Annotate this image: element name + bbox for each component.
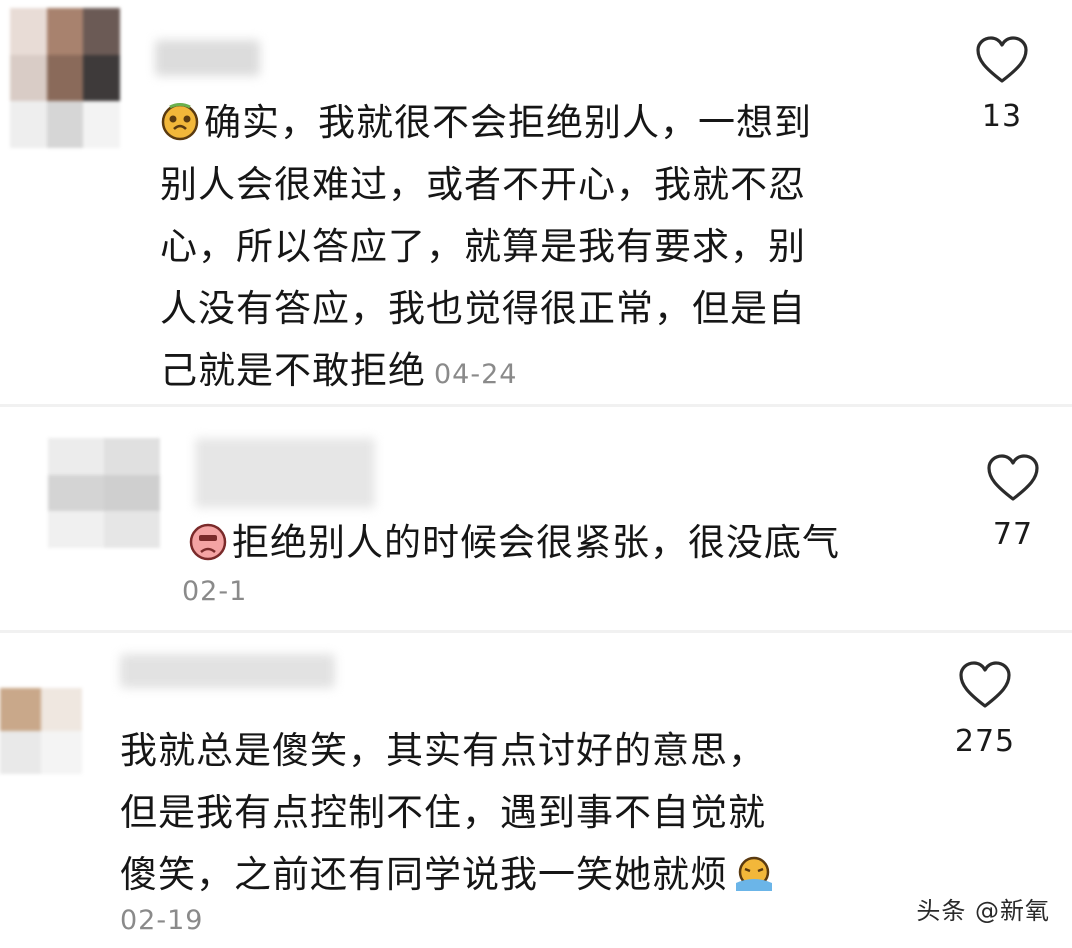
comment-line: 己就是不敢拒绝: [160, 349, 426, 392]
comment-line: 拒绝别人的时候会很紧张，很没底气: [232, 521, 840, 564]
comment-date: 02-1: [182, 576, 248, 607]
divider: [0, 630, 1072, 633]
like-button[interactable]: 77: [958, 453, 1068, 552]
comment-line: 确实，我就很不会拒绝别人，一想到: [204, 101, 812, 144]
comment-text: 拒绝别人的时候会很紧张，很没底气: [188, 512, 840, 574]
comment-line: 心，所以答应了，就算是我有要求，别: [160, 225, 806, 268]
comment-item: 确实，我就很不会拒绝别人，一想到 别人会很难过，或者不开心，我就不忍 心，所以答…: [0, 0, 1072, 405]
comment-text: 我就总是傻笑，其实有点讨好的意思， 但是我有点控制不住，遇到事不自觉就 傻笑，之…: [120, 720, 778, 906]
avatar[interactable]: [0, 688, 82, 774]
comment-line: 别人会很难过，或者不开心，我就不忍: [160, 163, 806, 206]
comment-line: 人没有答应，我也觉得很正常，但是自: [160, 287, 806, 330]
watermark: 头条 @新氧: [916, 897, 1050, 925]
username[interactable]: [195, 438, 375, 508]
like-count: 77: [992, 517, 1034, 552]
face-emoji-icon: [161, 103, 199, 141]
comment-line: 傻笑，之前还有同学说我一笑她就烦: [120, 853, 728, 896]
like-count: 13: [981, 99, 1023, 134]
comment-date: 02-19: [120, 905, 204, 936]
avatar[interactable]: [48, 438, 160, 548]
username[interactable]: [120, 654, 335, 688]
comment-line: 但是我有点控制不住，遇到事不自觉就: [120, 791, 766, 834]
heart-icon: [959, 661, 1011, 708]
like-button[interactable]: 13: [947, 35, 1057, 134]
username[interactable]: [155, 40, 260, 76]
sad-face-emoji-icon: [189, 523, 227, 561]
like-count: 275: [954, 724, 1016, 759]
heart-icon: [976, 36, 1028, 83]
comment-line: 我就总是傻笑，其实有点讨好的意思，: [120, 729, 766, 772]
comment-item: 我就总是傻笑，其实有点讨好的意思， 但是我有点控制不住，遇到事不自觉就 傻笑，之…: [0, 650, 1072, 948]
divider: [0, 404, 1072, 407]
heart-icon: [987, 454, 1039, 501]
like-button[interactable]: 275: [930, 660, 1040, 759]
crying-emoji-icon: [736, 856, 772, 891]
comment-text: 确实，我就很不会拒绝别人，一想到 别人会很难过，或者不开心，我就不忍 心，所以答…: [160, 92, 812, 406]
avatar[interactable]: [10, 8, 120, 148]
comment-item: 拒绝别人的时候会很紧张，很没底气 02-1 77: [0, 408, 1072, 623]
comment-date: 04-24: [434, 359, 518, 390]
